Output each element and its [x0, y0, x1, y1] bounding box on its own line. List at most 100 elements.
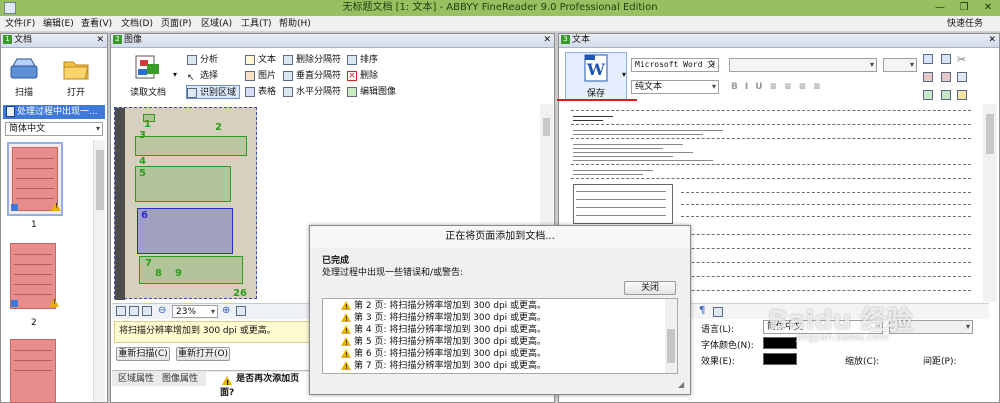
scrollbar-thumb[interactable]: [96, 150, 104, 210]
read-dropdown-icon[interactable]: ▾: [173, 70, 177, 79]
panel-close-icon[interactable]: ✕: [543, 34, 551, 47]
warning-text: 第 2 页: 将扫描分辨率增加到 300 dpi 或更高。: [354, 301, 547, 311]
thumbnail-page-2[interactable]: [7, 240, 63, 316]
menu-view[interactable]: 查看(V): [78, 16, 115, 32]
text-region-icon: [245, 54, 255, 65]
vertical-separator-button[interactable]: 垂直分隔符: [283, 69, 341, 83]
read-document-button[interactable]: 读取文档: [119, 54, 177, 100]
language-select[interactable]: 简体中文: [5, 122, 103, 136]
paste-icon[interactable]: [923, 54, 933, 64]
scrollbar-thumb[interactable]: [667, 329, 675, 363]
recognized-table: [573, 184, 673, 224]
font-color-swatch[interactable]: [763, 337, 797, 349]
zone-table[interactable]: [137, 208, 233, 254]
table-region-button[interactable]: 表格: [245, 85, 276, 99]
minimize-button[interactable]: —: [928, 0, 952, 16]
scrollbar-thumb[interactable]: [543, 118, 550, 136]
text-region-button[interactable]: 文本: [245, 53, 276, 67]
warning-row[interactable]: 第 5 页: 将扫描分辨率增加到 300 dpi 或更高。: [341, 336, 546, 349]
warnings-list[interactable]: 第 2 页: 将扫描分辨率增加到 300 dpi 或更高。 第 3 页: 将扫描…: [322, 298, 678, 374]
undo-icon[interactable]: [941, 54, 951, 64]
zone-text-block-5[interactable]: [135, 166, 231, 202]
warning-row[interactable]: 第 6 页: 将扫描分辨率增加到 300 dpi 或更高。: [341, 348, 546, 361]
scrollbar-thumb[interactable]: [986, 114, 994, 154]
find-icon[interactable]: [941, 90, 951, 100]
zone-text-block[interactable]: [135, 136, 247, 156]
menu-edit[interactable]: 编辑(E): [40, 16, 77, 32]
zoom-tool-icon[interactable]: [923, 72, 933, 82]
watermark-url: jingyan.baidu.com: [796, 332, 889, 343]
clipboard-icon[interactable]: [957, 90, 967, 100]
vertical-separator-icon: [283, 70, 293, 81]
text-scrollbar[interactable]: [983, 104, 997, 302]
zoom-select[interactable]: 23%: [172, 305, 218, 318]
open-button[interactable]: 打开: [59, 56, 93, 102]
warning-row[interactable]: 第 7 页: 将扫描分辨率增加到 300 dpi 或更高。: [341, 360, 546, 373]
scale-label: 缩放(C):: [845, 357, 880, 367]
zoom-out-icon[interactable]: ⊖: [158, 305, 166, 316]
order-button[interactable]: 排序: [347, 53, 378, 67]
text-mode-select[interactable]: 纯文本: [631, 80, 719, 94]
thumbnails-scrollbar[interactable]: [93, 140, 105, 402]
panel-close-icon[interactable]: ✕: [96, 34, 104, 47]
fit-page-icon[interactable]: [116, 306, 126, 316]
font-color-label: 字体颜色(N):: [701, 341, 754, 351]
font-name-select[interactable]: [729, 58, 877, 72]
scan-button[interactable]: 扫描: [7, 56, 41, 102]
zone-number-1: 1: [144, 119, 151, 130]
menu-document[interactable]: 文档(D): [118, 16, 156, 32]
redo-icon[interactable]: [941, 72, 951, 82]
open-label: 打开: [66, 88, 85, 98]
menu-file[interactable]: 文件(F): [2, 16, 38, 32]
resolution-warning: 将扫描分辨率增加到 300 dpi 或更高。: [114, 321, 312, 343]
reopen-button[interactable]: 重新打开(O): [176, 347, 230, 361]
menu-help[interactable]: 帮助(H): [276, 16, 314, 32]
processing-status-text: 处理过程中出现一...: [17, 107, 98, 117]
tab-add-page-again[interactable]: 是否再次添加页面?: [206, 372, 312, 398]
page-shadow-edge: [115, 108, 125, 300]
menu-page[interactable]: 页面(P): [158, 16, 194, 32]
edit-image-button[interactable]: 编辑图像: [347, 85, 396, 99]
panel-close-icon[interactable]: ✕: [988, 34, 996, 47]
font-size-select[interactable]: [883, 58, 917, 72]
processing-status-item[interactable]: 处理过程中出现一...: [3, 105, 105, 119]
effect-swatch[interactable]: [763, 353, 797, 365]
warning-row[interactable]: 第 2 页: 将扫描分辨率增加到 300 dpi 或更高。: [341, 300, 547, 313]
tab-image-properties[interactable]: 图像属性: [162, 372, 198, 386]
warning-row[interactable]: 第 4 页: 将扫描分辨率增加到 300 dpi 或更高。: [341, 324, 546, 337]
copy-icon[interactable]: [957, 72, 967, 82]
delete-separator-button[interactable]: 删除分隔符: [283, 53, 341, 67]
menu-area[interactable]: 区域(A): [198, 16, 235, 32]
save-button[interactable]: W 保存: [565, 52, 627, 100]
save-dropdown-icon[interactable]: ▾: [622, 70, 626, 79]
horizontal-separator-button[interactable]: 水平分隔符: [283, 85, 341, 99]
close-button[interactable]: 关闭: [624, 281, 676, 295]
delete-button[interactable]: ✕ 删除: [347, 69, 378, 83]
recognize-region-button[interactable]: 识别区域: [186, 85, 241, 99]
warning-row[interactable]: 第 3 页: 将扫描分辨率增加到 300 dpi 或更高。: [341, 312, 546, 325]
analyze-button[interactable]: 分析: [187, 53, 218, 67]
resize-grip-icon[interactable]: ◢: [678, 380, 684, 389]
pilcrow-icon[interactable]: ¶: [699, 305, 705, 316]
zoom-window-icon[interactable]: [236, 306, 246, 316]
actual-size-icon[interactable]: [142, 306, 152, 316]
thumbnail-page-1-selected[interactable]: [7, 142, 63, 216]
close-window-button[interactable]: ✕: [976, 0, 1000, 16]
zoom-in-icon[interactable]: ⊕: [222, 305, 230, 316]
warnings-scrollbar[interactable]: [665, 299, 677, 373]
check-icon[interactable]: [923, 90, 933, 100]
rescan-button[interactable]: 重新扫描(C): [116, 347, 170, 361]
fit-width-icon[interactable]: [129, 306, 139, 316]
thumbnail-page-3[interactable]: [7, 336, 63, 403]
tab-region-properties[interactable]: 区域属性: [118, 372, 154, 386]
picture-region-button[interactable]: 图片: [245, 69, 276, 83]
save-format-select[interactable]: Microsoft Word 文: [631, 58, 719, 72]
cut-icon[interactable]: ✂: [957, 53, 966, 66]
zone-number-9: 9: [175, 268, 182, 279]
list-icon[interactable]: [713, 307, 723, 317]
restore-button[interactable]: ❐: [952, 0, 976, 16]
select-button[interactable]: ↖ 选择: [187, 69, 218, 83]
title-bar: 无标题文档 [1: 文本] - ABBYY FineReader 9.0 Pro…: [0, 0, 1000, 16]
quick-tasks-menu[interactable]: 快速任务(Q): [944, 16, 1000, 45]
menu-tools[interactable]: 工具(T): [238, 16, 275, 32]
